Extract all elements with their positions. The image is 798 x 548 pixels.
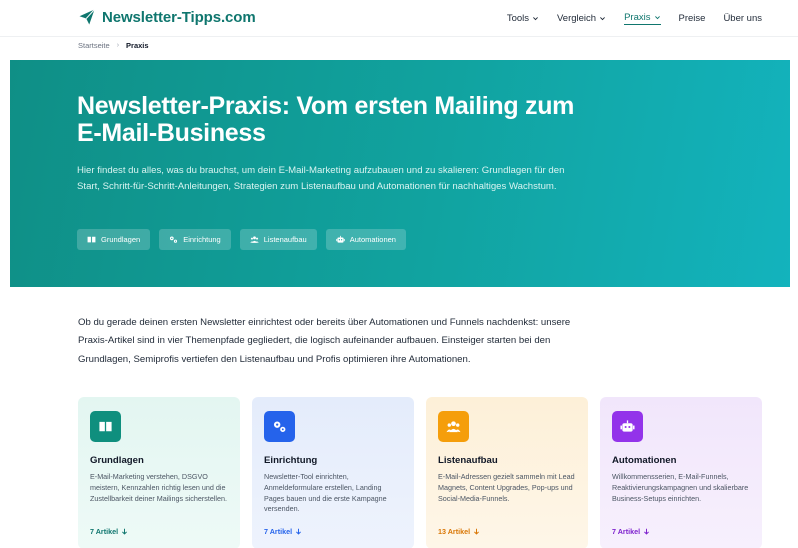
- topic-pills: Grundlagen Einrichtung Listenaufbau Auto…: [77, 229, 406, 250]
- card-icon-tile: [612, 411, 643, 442]
- breadcrumb-home-link[interactable]: Startseite: [78, 41, 110, 50]
- card-icon-tile: [264, 411, 295, 442]
- card-articles-link[interactable]: 7 Artikel: [612, 527, 650, 536]
- card-articles-link[interactable]: 7 Artikel: [90, 527, 128, 536]
- nav-item-label: Tools: [506, 13, 529, 24]
- breadcrumb-current: Praxis: [126, 41, 149, 50]
- hero-banner: Newsletter-Praxis: Vom ersten Mailing zu…: [10, 60, 790, 287]
- card-link-label: 7 Artikel: [90, 527, 119, 536]
- nav-item-label: Preise: [678, 13, 706, 24]
- card-articles-link[interactable]: 13 Artikel: [438, 527, 480, 536]
- book-icon: [87, 236, 96, 243]
- card-link-label: 7 Artikel: [612, 527, 641, 536]
- card-link-label: 7 Artikel: [264, 527, 293, 536]
- gears-icon: [273, 421, 286, 432]
- paper-plane-icon: [79, 9, 95, 25]
- pill-label: Listenaufbau: [263, 235, 307, 244]
- intro-text: Ob du gerade deinen ersten Newsletter ei…: [78, 317, 571, 365]
- breadcrumb: Startseite › Praxis: [78, 41, 149, 50]
- hero-description: Hier findest du alles, was du brauchst, …: [77, 165, 565, 192]
- page-title: Newsletter-Praxis: Vom ersten Mailing zu…: [77, 92, 575, 147]
- nav-item-label: Praxis: [624, 12, 651, 23]
- nav-item-vergleich[interactable]: Vergleich: [557, 13, 606, 24]
- brand-name: Newsletter-Tipps.com: [102, 8, 256, 26]
- card-link-label: 13 Artikel: [438, 527, 471, 536]
- pill-listenaufbau[interactable]: Listenaufbau: [239, 229, 317, 250]
- card-icon-tile: [438, 411, 469, 442]
- card-description: E-Mail-Adressen gezielt sammeln mit Lead…: [438, 472, 575, 503]
- nav-item-preise[interactable]: Preise: [679, 13, 706, 24]
- chevron-down-icon: [600, 17, 606, 21]
- users-icon: [446, 421, 461, 433]
- arrow-down-icon: [644, 528, 650, 535]
- topic-card-automationen[interactable]: Automationen Willkommensserien, E-Mail-F…: [600, 397, 762, 548]
- card-title: Automationen: [612, 455, 677, 466]
- gears-icon: [170, 236, 178, 243]
- chevron-down-icon: [533, 17, 538, 21]
- header-divider: [0, 36, 798, 37]
- pill-grundlagen[interactable]: Grundlagen: [77, 229, 151, 250]
- nav-item-tools[interactable]: Tools: [507, 13, 539, 24]
- card-title: Einrichtung: [264, 455, 318, 466]
- main-nav: Tools Vergleich Praxis Preise Über uns: [507, 12, 762, 25]
- breadcrumb-separator: ›: [116, 42, 120, 49]
- site-header: Newsletter-Tipps.com Tools Vergleich Pra…: [0, 0, 798, 36]
- book-icon: [99, 421, 112, 432]
- chevron-down-icon: [654, 16, 660, 20]
- topic-card-einrichtung[interactable]: Einrichtung Newsletter-Tool einrichten, …: [252, 397, 414, 548]
- robot-icon: [335, 235, 345, 243]
- card-description: Newsletter-Tool einrichten, Anmeldeformu…: [264, 472, 387, 514]
- card-description: E-Mail-Marketing verstehen, DSGVO meiste…: [90, 472, 228, 503]
- card-description: Willkommensserien, E-Mail-Funnels, Reakt…: [612, 472, 749, 503]
- site-logo[interactable]: Newsletter-Tipps.com: [78, 8, 256, 26]
- topic-card-grundlagen[interactable]: Grundlagen E-Mail-Marketing verstehen, D…: [78, 397, 240, 548]
- topic-card-listenaufbau[interactable]: Listenaufbau E-Mail-Adressen gezielt sam…: [426, 397, 588, 548]
- pill-label: Automationen: [349, 235, 396, 244]
- topic-cards: Grundlagen E-Mail-Marketing verstehen, D…: [78, 397, 762, 548]
- card-icon-tile: [90, 411, 121, 442]
- arrow-down-icon: [122, 528, 128, 535]
- pill-automationen[interactable]: Automationen: [325, 229, 406, 250]
- nav-item-praxis[interactable]: Praxis: [624, 12, 661, 25]
- nav-item-label: Vergleich: [557, 13, 597, 24]
- nav-item-ueber-uns[interactable]: Über uns: [723, 13, 762, 24]
- pill-label: Einrichtung: [183, 235, 221, 244]
- users-icon: [250, 236, 259, 243]
- robot-icon: [620, 420, 635, 432]
- pill-label: Grundlagen: [101, 235, 141, 244]
- card-title: Listenaufbau: [438, 455, 498, 466]
- arrow-down-icon: [296, 528, 302, 535]
- pill-einrichtung[interactable]: Einrichtung: [159, 229, 231, 250]
- card-title: Grundlagen: [90, 455, 144, 466]
- arrow-down-icon: [474, 528, 480, 535]
- nav-item-label: Über uns: [723, 13, 762, 24]
- card-articles-link[interactable]: 7 Artikel: [264, 527, 302, 536]
